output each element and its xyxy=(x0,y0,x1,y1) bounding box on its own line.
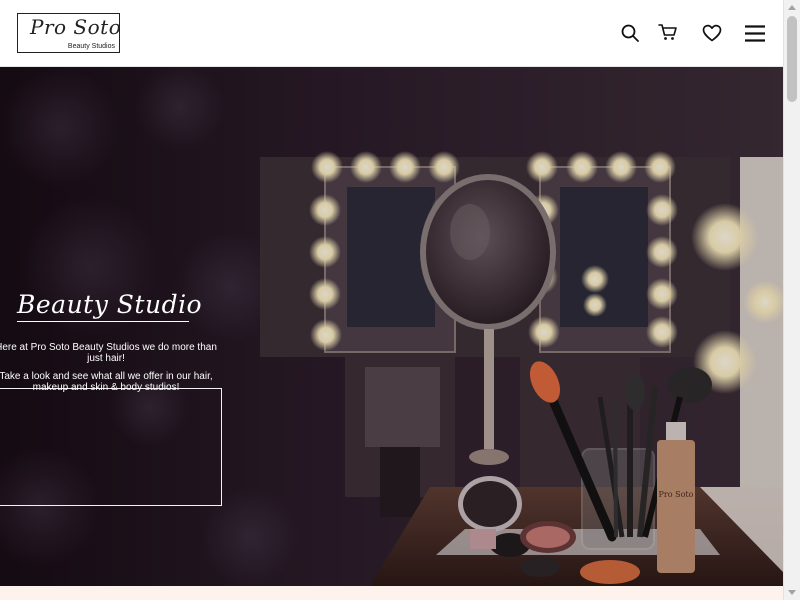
logo-script: Pro Soto xyxy=(30,15,122,39)
scroll-up-arrow-icon[interactable] xyxy=(788,5,796,10)
hero-offer-text: Take a look and see what all we offer in… xyxy=(0,371,213,393)
scroll-down-arrow-icon[interactable] xyxy=(788,590,796,595)
hero-background-image: Pro Soto xyxy=(0,67,783,586)
heart-icon[interactable] xyxy=(701,22,723,44)
scrollbar-thumb[interactable] xyxy=(787,16,797,102)
search-icon[interactable] xyxy=(619,22,641,44)
logo-subtitle: Beauty Studios xyxy=(67,43,115,50)
next-section-strip xyxy=(0,586,783,600)
hero-text-card xyxy=(0,388,222,506)
hamburger-menu-icon[interactable] xyxy=(743,22,767,44)
hero-banner: Pro Soto xyxy=(0,67,783,586)
hero-title: Beauty Studio xyxy=(17,290,202,322)
cart-icon[interactable] xyxy=(657,21,679,43)
page-scrollbar[interactable] xyxy=(783,0,800,600)
site-header: Pro Soto Beauty Studios xyxy=(0,0,783,67)
hero-intro-text: Here at Pro Soto Beauty Studios we do mo… xyxy=(0,342,217,364)
site-logo[interactable]: Pro Soto Beauty Studios xyxy=(17,13,122,53)
